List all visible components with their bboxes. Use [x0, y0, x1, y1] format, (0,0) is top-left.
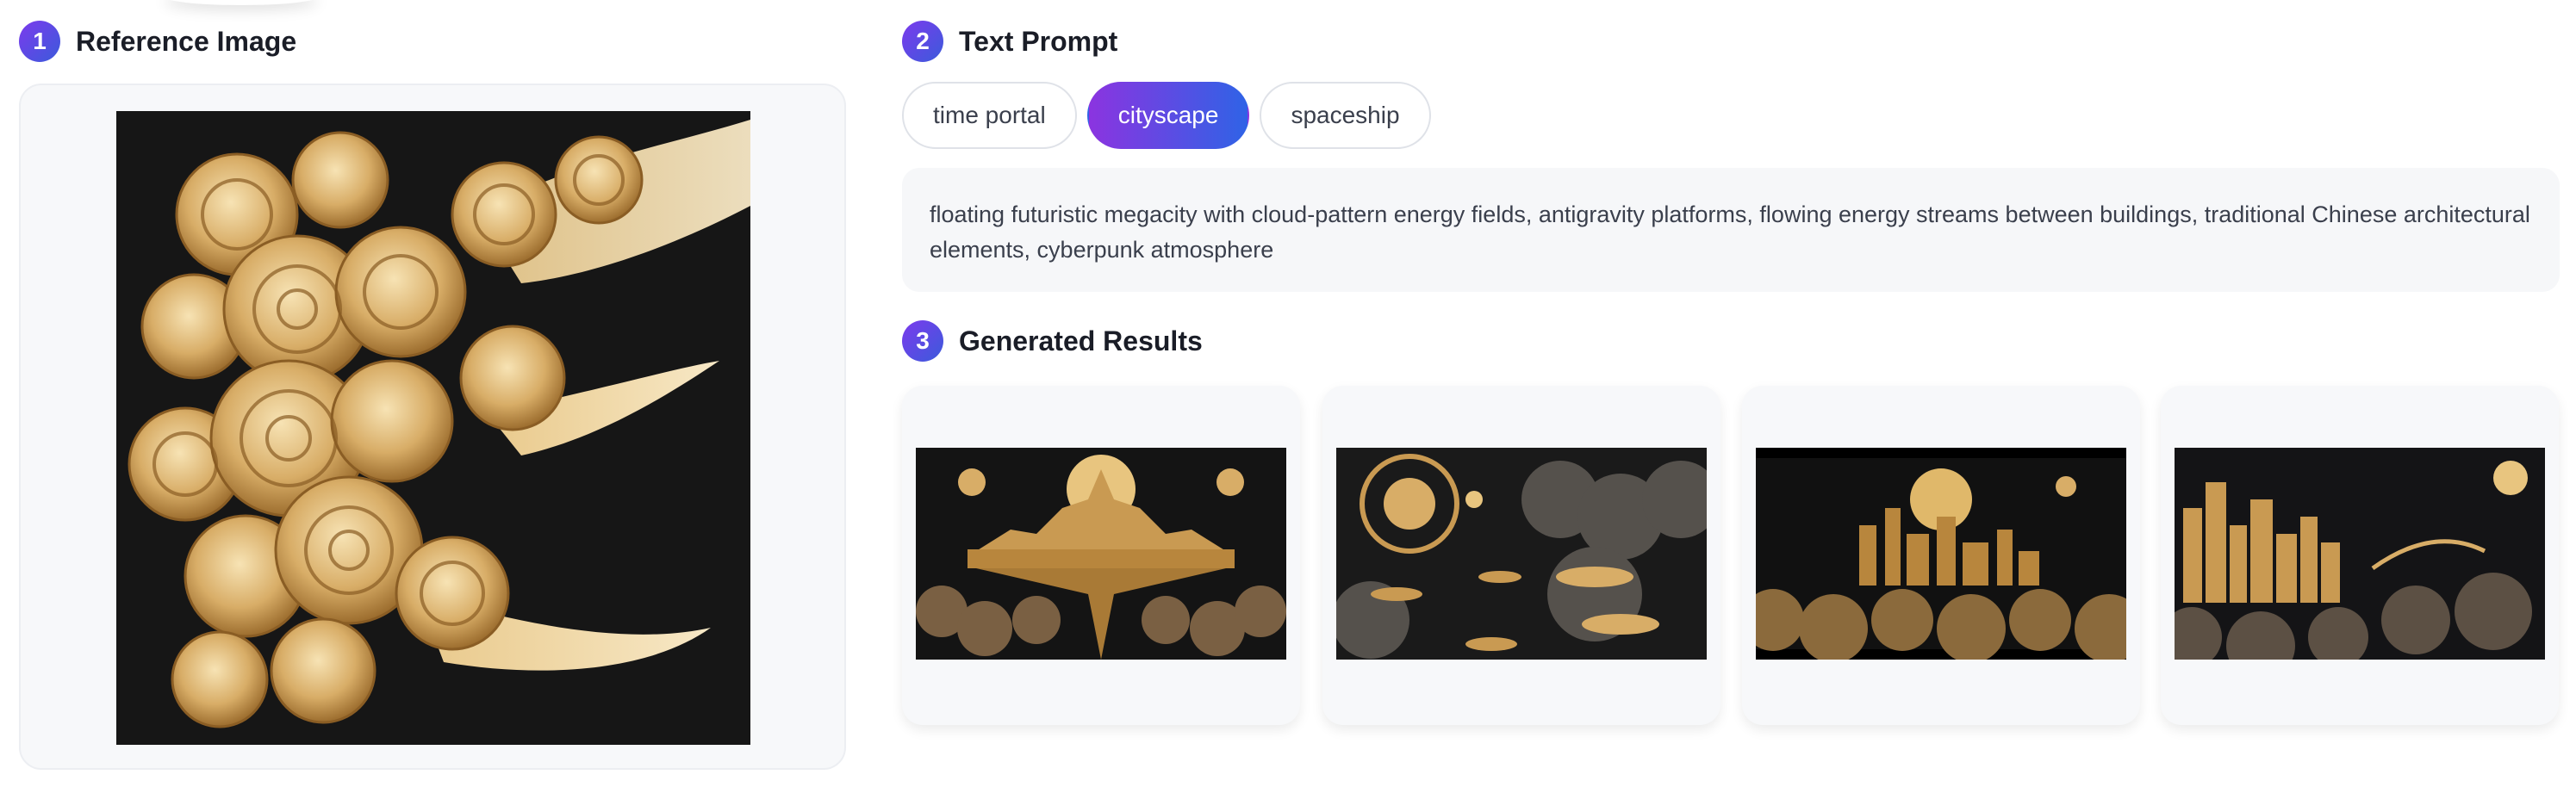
tab-cityscape[interactable]: cityscape	[1086, 82, 1250, 149]
result-card-4[interactable]	[2161, 386, 2559, 725]
prompt-header: 2 Text Prompt	[902, 21, 1117, 62]
reference-panel	[19, 84, 846, 770]
prompt-text: floating futuristic megacity with cloud-…	[902, 168, 2560, 292]
result-image-1	[916, 448, 1286, 660]
results-header: 3 Generated Results	[902, 320, 1203, 362]
golden-floating-palace-image	[916, 448, 1286, 660]
result-image-4	[2175, 448, 2545, 660]
result-image-2	[1336, 448, 1707, 660]
prompt-tabs: time portal cityscape spaceship	[902, 82, 1431, 149]
results-title: Generated Results	[959, 325, 1203, 356]
step-2-badge: 2	[902, 21, 943, 62]
step-3-badge: 3	[902, 320, 943, 362]
golden-city-moon-image	[1756, 448, 2126, 660]
golden-swirl-clouds-image	[116, 111, 750, 745]
result-image-3	[1756, 448, 2126, 660]
reference-header: 1 Reference Image	[19, 21, 296, 62]
result-card-3[interactable]	[1742, 386, 2140, 725]
golden-skyline-bridge-image	[2175, 448, 2545, 660]
tab-time-portal[interactable]: time portal	[902, 82, 1077, 149]
golden-portal-platforms-image	[1336, 448, 1707, 660]
result-card-2[interactable]	[1322, 386, 1720, 725]
result-card-1[interactable]	[902, 386, 1300, 725]
reference-image[interactable]	[116, 111, 750, 745]
tab-spaceship[interactable]: spaceship	[1260, 82, 1431, 149]
reference-title: Reference Image	[76, 25, 297, 57]
decorative-shadow	[164, 0, 319, 5]
step-1-badge: 1	[19, 21, 60, 62]
prompt-title: Text Prompt	[959, 25, 1118, 57]
